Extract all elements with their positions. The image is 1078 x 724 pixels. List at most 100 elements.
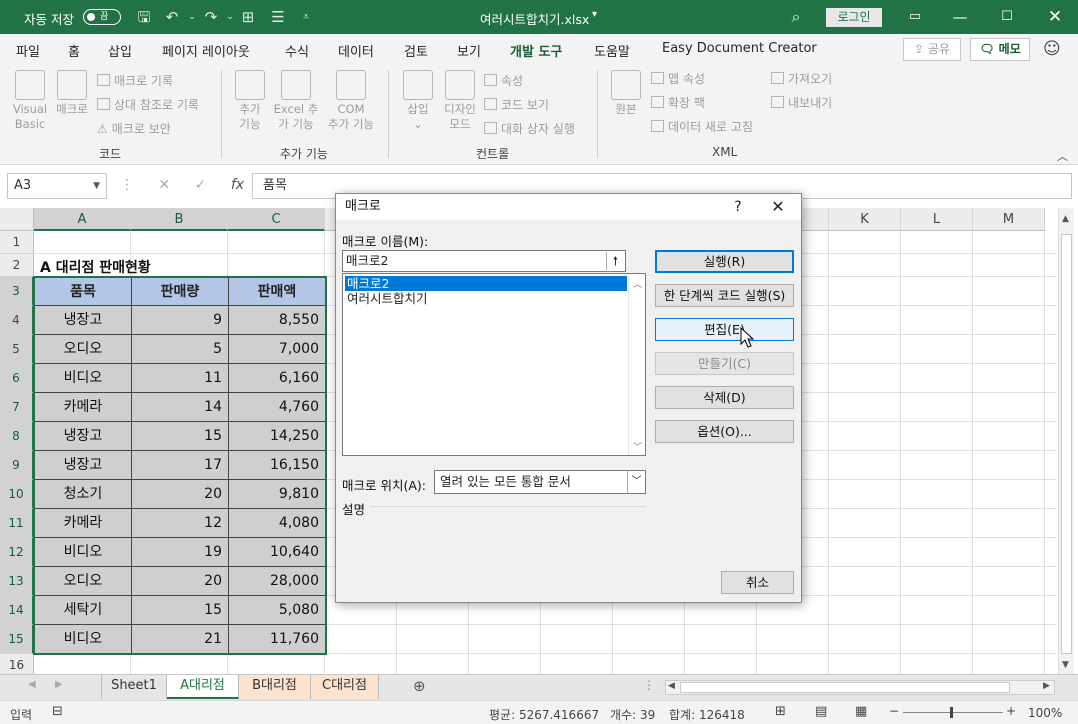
table-cell-amount[interactable]: 6,160 xyxy=(228,363,326,393)
chevron-down-icon[interactable]: ﹀ xyxy=(627,471,645,493)
macro-record-icon[interactable]: ⊟ xyxy=(52,704,63,719)
undo-icon[interactable]: ↶ xyxy=(164,9,180,25)
tab-view[interactable]: 보기 xyxy=(457,41,481,60)
table-cell-amount[interactable]: 16,150 xyxy=(228,450,326,480)
zoom-slider-thumb[interactable] xyxy=(950,707,953,718)
tab-easy-document-creator[interactable]: Easy Document Creator xyxy=(662,41,817,56)
scroll-thumb[interactable] xyxy=(1061,234,1072,654)
redo-dropdown-icon[interactable]: ⌄ xyxy=(222,9,238,25)
help-icon[interactable]: ? xyxy=(728,194,748,220)
autosave-toggle[interactable]: 끔 xyxy=(83,9,121,25)
table-cell-item[interactable]: 카메라 xyxy=(34,508,132,538)
edit-button[interactable]: 편집(E) xyxy=(655,318,794,341)
table-cell-qty[interactable]: 15 xyxy=(131,421,229,451)
table-cell-qty[interactable]: 14 xyxy=(131,392,229,422)
table-cell-qty[interactable]: 15 xyxy=(131,595,229,625)
table-cell-amount[interactable]: 5,080 xyxy=(228,595,326,625)
com-addins-button[interactable]: COM 추가 기능 xyxy=(324,70,378,132)
macro-security-button[interactable]: ⚠ 매크로 보안 xyxy=(97,120,171,137)
status-average[interactable]: 평균: 5267.416667 xyxy=(489,706,599,723)
macros-button[interactable]: 매크로 xyxy=(53,70,91,117)
page-layout-view-icon[interactable]: ▤ xyxy=(815,704,827,719)
import-button[interactable]: 가져오기 xyxy=(771,70,832,87)
scroll-right-icon[interactable]: ▶ xyxy=(1043,681,1050,691)
table-cell-amount[interactable]: 28,000 xyxy=(228,566,326,596)
delete-button[interactable]: 삭제(D) xyxy=(655,386,794,409)
tab-split-icon[interactable]: ⋮ xyxy=(643,678,655,692)
table-cell-amount[interactable]: 4,760 xyxy=(228,392,326,422)
header-item[interactable]: 품목 xyxy=(34,277,132,306)
zoom-out-icon[interactable]: − xyxy=(889,704,899,718)
row-header-11[interactable]: 11 xyxy=(0,509,34,538)
scroll-up-icon[interactable]: ▲ xyxy=(1062,214,1069,224)
tab-page-layout[interactable]: 페이지 레이아웃 xyxy=(162,41,250,60)
table-cell-qty[interactable]: 17 xyxy=(131,450,229,480)
table-cell-amount[interactable]: 8,550 xyxy=(228,305,326,335)
table-cell-qty[interactable]: 20 xyxy=(131,566,229,596)
table-cell-item[interactable]: 오디오 xyxy=(34,566,132,596)
row-header-10[interactable]: 10 xyxy=(0,480,34,509)
table-cell-qty[interactable]: 9 xyxy=(131,305,229,335)
save-icon[interactable]: 🖫 xyxy=(136,9,152,25)
addins-button[interactable]: 추가 기능 xyxy=(232,70,268,132)
ribbon-display-icon[interactable]: ▭ xyxy=(905,7,925,27)
sheet-tab-a-branch[interactable]: A대리점 xyxy=(167,675,239,699)
h-scroll-thumb[interactable] xyxy=(680,682,1010,693)
row-header-4[interactable]: 4 xyxy=(0,306,34,335)
memo-button[interactable]: 🗨 메모 xyxy=(970,38,1030,61)
run-button[interactable]: 실행(R) xyxy=(655,250,794,273)
table-cell-item[interactable]: 냉장고 xyxy=(34,421,132,451)
tab-insert[interactable]: 삽입 xyxy=(108,41,132,60)
tab-formulas[interactable]: 수식 xyxy=(285,41,309,60)
refresh-data-button[interactable]: 데이터 새로 고침 xyxy=(651,118,753,135)
zoom-level[interactable]: 100% xyxy=(1028,706,1062,720)
xml-source-button[interactable]: 원본 xyxy=(608,70,644,117)
column-header-l[interactable]: L xyxy=(901,208,973,231)
macro-list[interactable]: 매크로2 여러시트합치기 ︿ ﹀ xyxy=(342,273,646,456)
list-scroll-down-icon[interactable]: ﹀ xyxy=(633,440,642,453)
form-icon[interactable]: ☰ xyxy=(270,9,286,25)
status-sum[interactable]: 합계: 126418 xyxy=(669,706,745,723)
zoom-slider-track[interactable] xyxy=(903,712,1003,713)
column-header-b[interactable]: B xyxy=(131,208,228,231)
table-cell-amount[interactable]: 10,640 xyxy=(228,537,326,567)
table-cell-amount[interactable]: 4,080 xyxy=(228,508,326,538)
macro-list-item[interactable]: 매크로2 xyxy=(345,276,627,291)
row-header-15[interactable]: 15 xyxy=(0,625,34,654)
create-button[interactable]: 만들기(C) xyxy=(655,352,794,375)
sheet-tab-c-branch[interactable]: C대리점 xyxy=(311,675,379,699)
name-box[interactable]: A3 ▼ xyxy=(7,173,107,199)
macro-list-item[interactable]: 여러시트합치기 xyxy=(345,291,627,306)
macro-name-input[interactable]: 매크로2 🠕 xyxy=(342,250,626,272)
view-code-button[interactable]: 코드 보기 xyxy=(484,96,549,113)
dialog-close-icon[interactable]: ✕ xyxy=(768,194,788,220)
scroll-down-icon[interactable]: ▼ xyxy=(1062,660,1069,670)
normal-view-icon[interactable]: ⊞ xyxy=(775,704,786,719)
cancel-entry-icon[interactable]: ✕ xyxy=(158,177,170,193)
options-button[interactable]: 옵션(O)... xyxy=(655,420,794,443)
customize-qat-icon[interactable]: ⩡ xyxy=(298,9,314,25)
close-icon[interactable]: ✕ xyxy=(1045,7,1065,27)
name-box-dropdown-icon[interactable]: ▼ xyxy=(93,174,100,198)
scroll-left-icon[interactable]: ◀ xyxy=(668,681,675,691)
record-macro-button[interactable]: 매크로 기록 xyxy=(97,72,173,89)
table-cell-amount[interactable]: 11,760 xyxy=(228,624,326,654)
table-cell-qty[interactable]: 21 xyxy=(131,624,229,654)
next-sheet-icon[interactable]: ▶ xyxy=(55,679,63,690)
expansion-packs-button[interactable]: 확장 팩 xyxy=(651,94,705,111)
row-header-5[interactable]: 5 xyxy=(0,335,34,364)
filename-caret-icon[interactable]: ▾ xyxy=(592,9,597,20)
row-header-3[interactable]: 3 xyxy=(0,277,34,306)
row-header-6[interactable]: 6 xyxy=(0,364,34,393)
run-dialog-button[interactable]: 대화 상자 실행 xyxy=(484,120,575,137)
excel-addins-button[interactable]: Excel 추 가 기능 xyxy=(272,70,320,132)
tab-home[interactable]: 홈 xyxy=(68,41,80,60)
select-all-corner[interactable] xyxy=(0,208,34,231)
table-cell-item[interactable]: 오디오 xyxy=(34,334,132,364)
macro-location-select[interactable]: 열려 있는 모든 통합 문서 ﹀ xyxy=(434,470,646,494)
step-into-button[interactable]: 한 단계씩 코드 실행(S) xyxy=(655,284,794,307)
cancel-button[interactable]: 취소 xyxy=(721,571,794,594)
column-header-a[interactable]: A xyxy=(34,208,131,231)
enter-entry-icon[interactable]: ✓ xyxy=(195,177,207,193)
row-header-8[interactable]: 8 xyxy=(0,422,34,451)
